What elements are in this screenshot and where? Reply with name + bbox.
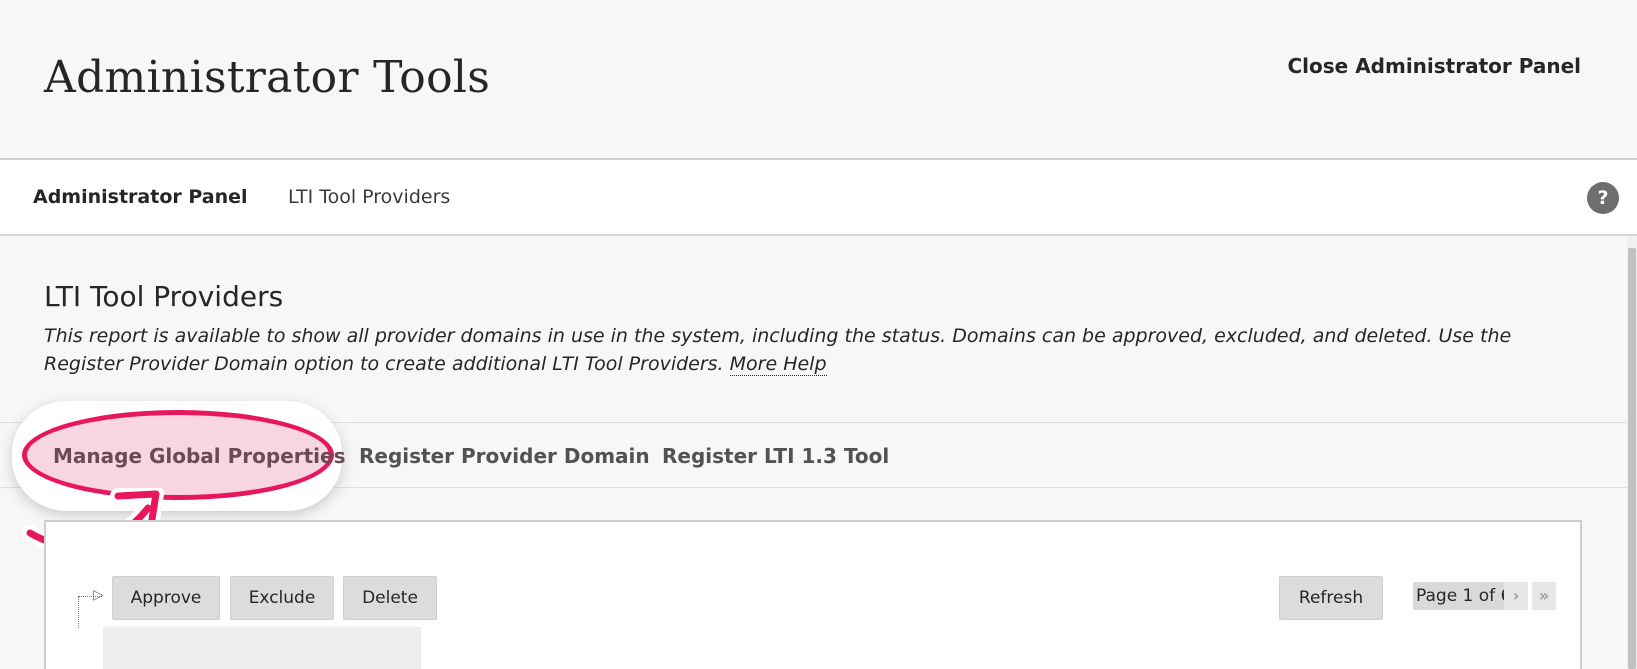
connector-arrow-icon: ▷ — [93, 587, 104, 603]
help-icon[interactable]: ? — [1587, 182, 1619, 214]
breadcrumb-lti-tool-providers: LTI Tool Providers — [288, 186, 451, 208]
delete-button[interactable]: Delete — [343, 576, 437, 620]
top-header: Administrator Tools Close Administrator … — [0, 0, 1637, 160]
register-lti13-tool-button[interactable]: Register LTI 1.3 Tool — [662, 444, 889, 468]
manage-global-properties-button[interactable]: Manage Global Properties — [53, 444, 346, 468]
scrollbar-thumb[interactable] — [1628, 248, 1636, 669]
section-description: This report is available to show all pro… — [44, 322, 1564, 378]
exclude-button[interactable]: Exclude — [230, 576, 334, 620]
page-indicator: Page 1 of 6 — [1413, 582, 1515, 610]
approve-button[interactable]: Approve — [112, 576, 220, 620]
breadcrumb-administrator-panel[interactable]: Administrator Panel — [33, 186, 248, 208]
refresh-button[interactable]: Refresh — [1279, 576, 1383, 620]
section-title: LTI Tool Providers — [44, 280, 284, 313]
last-page-icon[interactable]: » — [1532, 582, 1556, 610]
page-title: Administrator Tools — [44, 52, 491, 103]
register-provider-domain-button[interactable]: Register Provider Domain — [359, 444, 650, 468]
filter-row-placeholder — [103, 627, 421, 669]
breadcrumb: Administrator Panel LTI Tool Providers ? — [0, 160, 1637, 236]
more-help-link[interactable]: More Help — [729, 353, 827, 376]
next-page-icon[interactable]: › — [1504, 582, 1528, 610]
close-administrator-panel-link[interactable]: Close Administrator Panel — [1287, 54, 1581, 78]
